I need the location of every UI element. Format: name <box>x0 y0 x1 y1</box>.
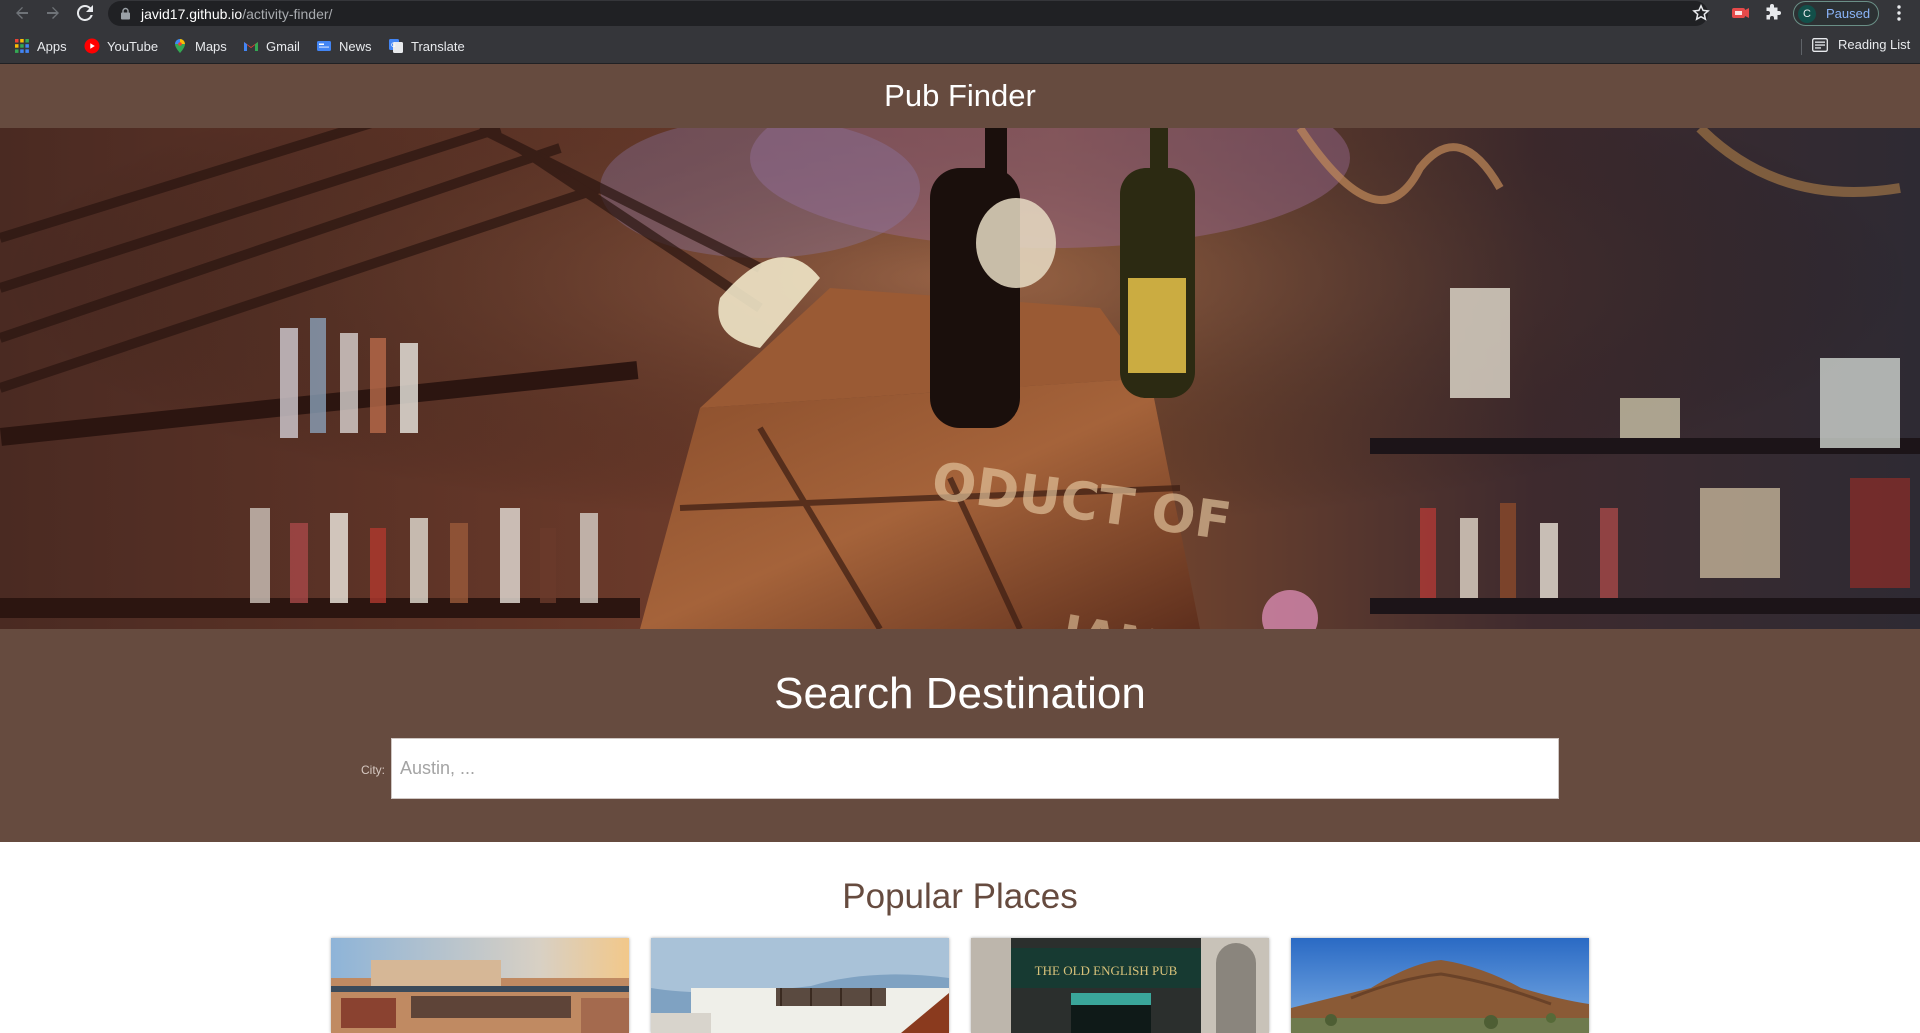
maps-icon <box>175 39 185 53</box>
search-section: Search Destination City: <box>0 629 1920 842</box>
url-text: javid17.github.io/activity-finder/ <box>141 6 332 22</box>
browser-toolbar: javid17.github.io/activity-finder/ C Pau… <box>0 0 1920 27</box>
hero-image: ODUCT OF JAMAIC <box>0 128 1920 629</box>
city-search-input[interactable] <box>391 738 1559 799</box>
bookmark-label: Apps <box>37 38 67 54</box>
kebab-menu-icon[interactable] <box>1891 4 1907 22</box>
extension-red-icon[interactable] <box>1730 5 1750 21</box>
place-card[interactable] <box>331 938 629 1033</box>
bookmarks-bar: Apps YouTube Maps Gmail News G Translate… <box>0 27 1920 64</box>
austin-rooftop-restaurant-photo <box>331 938 629 1033</box>
forward-arrow-icon[interactable] <box>43 3 63 23</box>
profile-status-label: Paused <box>1826 6 1871 21</box>
apps-grid-icon <box>15 39 29 53</box>
back-arrow-icon[interactable] <box>12 3 32 23</box>
url-path: /activity-finder/ <box>242 6 333 22</box>
place-card[interactable] <box>1291 938 1589 1033</box>
address-bar[interactable]: javid17.github.io/activity-finder/ <box>108 1 1708 26</box>
bookmark-label: YouTube <box>107 38 159 54</box>
gmail-icon <box>244 42 258 51</box>
white-building-rooftop-deck-photo <box>651 938 949 1033</box>
bookmark-news[interactable]: News <box>316 37 372 55</box>
lock-icon <box>121 7 130 20</box>
reload-icon[interactable] <box>75 3 95 23</box>
extensions-puzzle-icon[interactable] <box>1763 4 1781 22</box>
news-icon <box>317 41 331 51</box>
place-card[interactable] <box>651 938 949 1033</box>
bookmark-label: Maps <box>195 38 227 54</box>
desert-mountain-landscape-photo <box>1291 938 1589 1033</box>
reading-list-button[interactable]: Reading List <box>1812 37 1910 52</box>
the-old-english-pub-storefront-photo: THE OLD ENGLISH PUB <box>971 938 1269 1033</box>
youtube-icon <box>84 38 100 54</box>
avatar: C <box>1798 4 1816 23</box>
bookmark-label: Gmail <box>266 38 300 54</box>
popular-places-cards: THE OLD ENGLISH PUB <box>331 938 1590 1033</box>
search-heading: Search Destination <box>774 669 1146 718</box>
pub-sign-text: THE OLD ENGLISH PUB <box>1035 963 1178 978</box>
site-title: Pub Finder <box>884 78 1036 113</box>
place-card[interactable]: THE OLD ENGLISH PUB <box>971 938 1269 1033</box>
bookmark-youtube[interactable]: YouTube <box>84 37 158 55</box>
bookmark-star-icon[interactable] <box>1692 4 1710 22</box>
translate-icon: G <box>389 39 403 53</box>
bookmark-translate[interactable]: G Translate <box>388 37 465 55</box>
bookmarks-separator <box>1801 39 1802 55</box>
pub-bar-shelves-photo: ODUCT OF JAMAIC <box>0 128 1920 629</box>
reading-list-icon <box>1812 37 1828 52</box>
url-host: javid17.github.io <box>141 6 243 22</box>
bookmark-maps[interactable]: Maps <box>172 37 227 55</box>
bookmark-label: News <box>339 38 372 54</box>
site-header: Pub Finder <box>0 64 1920 128</box>
bookmark-label: Translate <box>411 38 465 54</box>
bookmark-gmail[interactable]: Gmail <box>243 37 300 55</box>
bookmark-apps[interactable]: Apps <box>14 37 67 55</box>
profile-button[interactable]: C Paused <box>1793 1 1879 26</box>
reading-list-label: Reading List <box>1838 37 1911 52</box>
popular-places-heading: Popular Places <box>842 877 1078 916</box>
city-label: City: <box>361 763 385 777</box>
svg-text:G: G <box>391 42 396 49</box>
